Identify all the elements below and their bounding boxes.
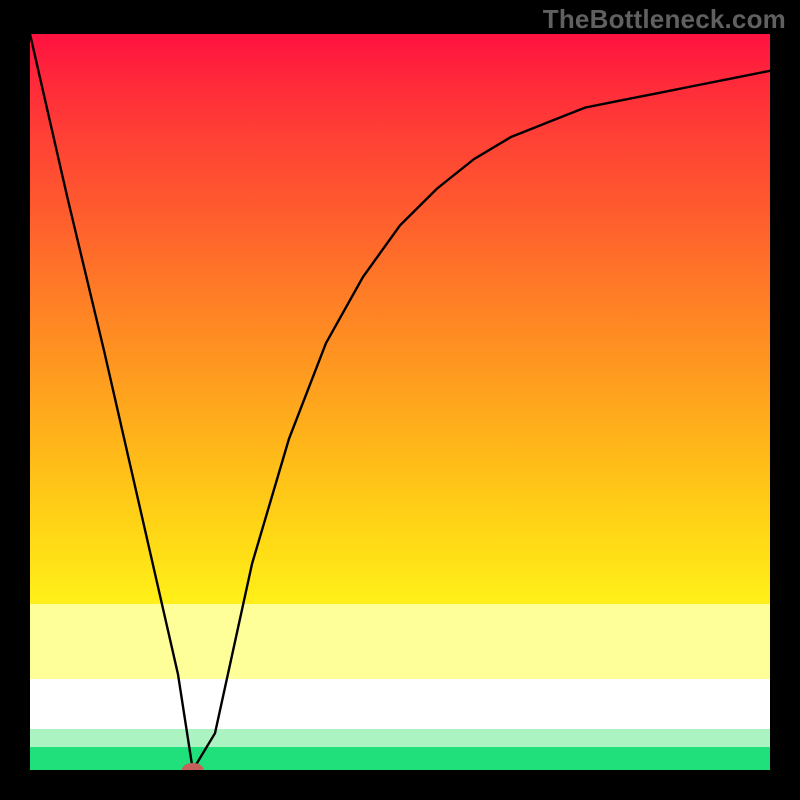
curve-layer <box>30 34 770 770</box>
plot-area <box>30 34 770 770</box>
watermark-text: TheBottleneck.com <box>543 4 786 35</box>
bottleneck-curve <box>30 34 770 770</box>
chart-frame: TheBottleneck.com <box>0 0 800 800</box>
minimum-marker <box>182 763 204 770</box>
